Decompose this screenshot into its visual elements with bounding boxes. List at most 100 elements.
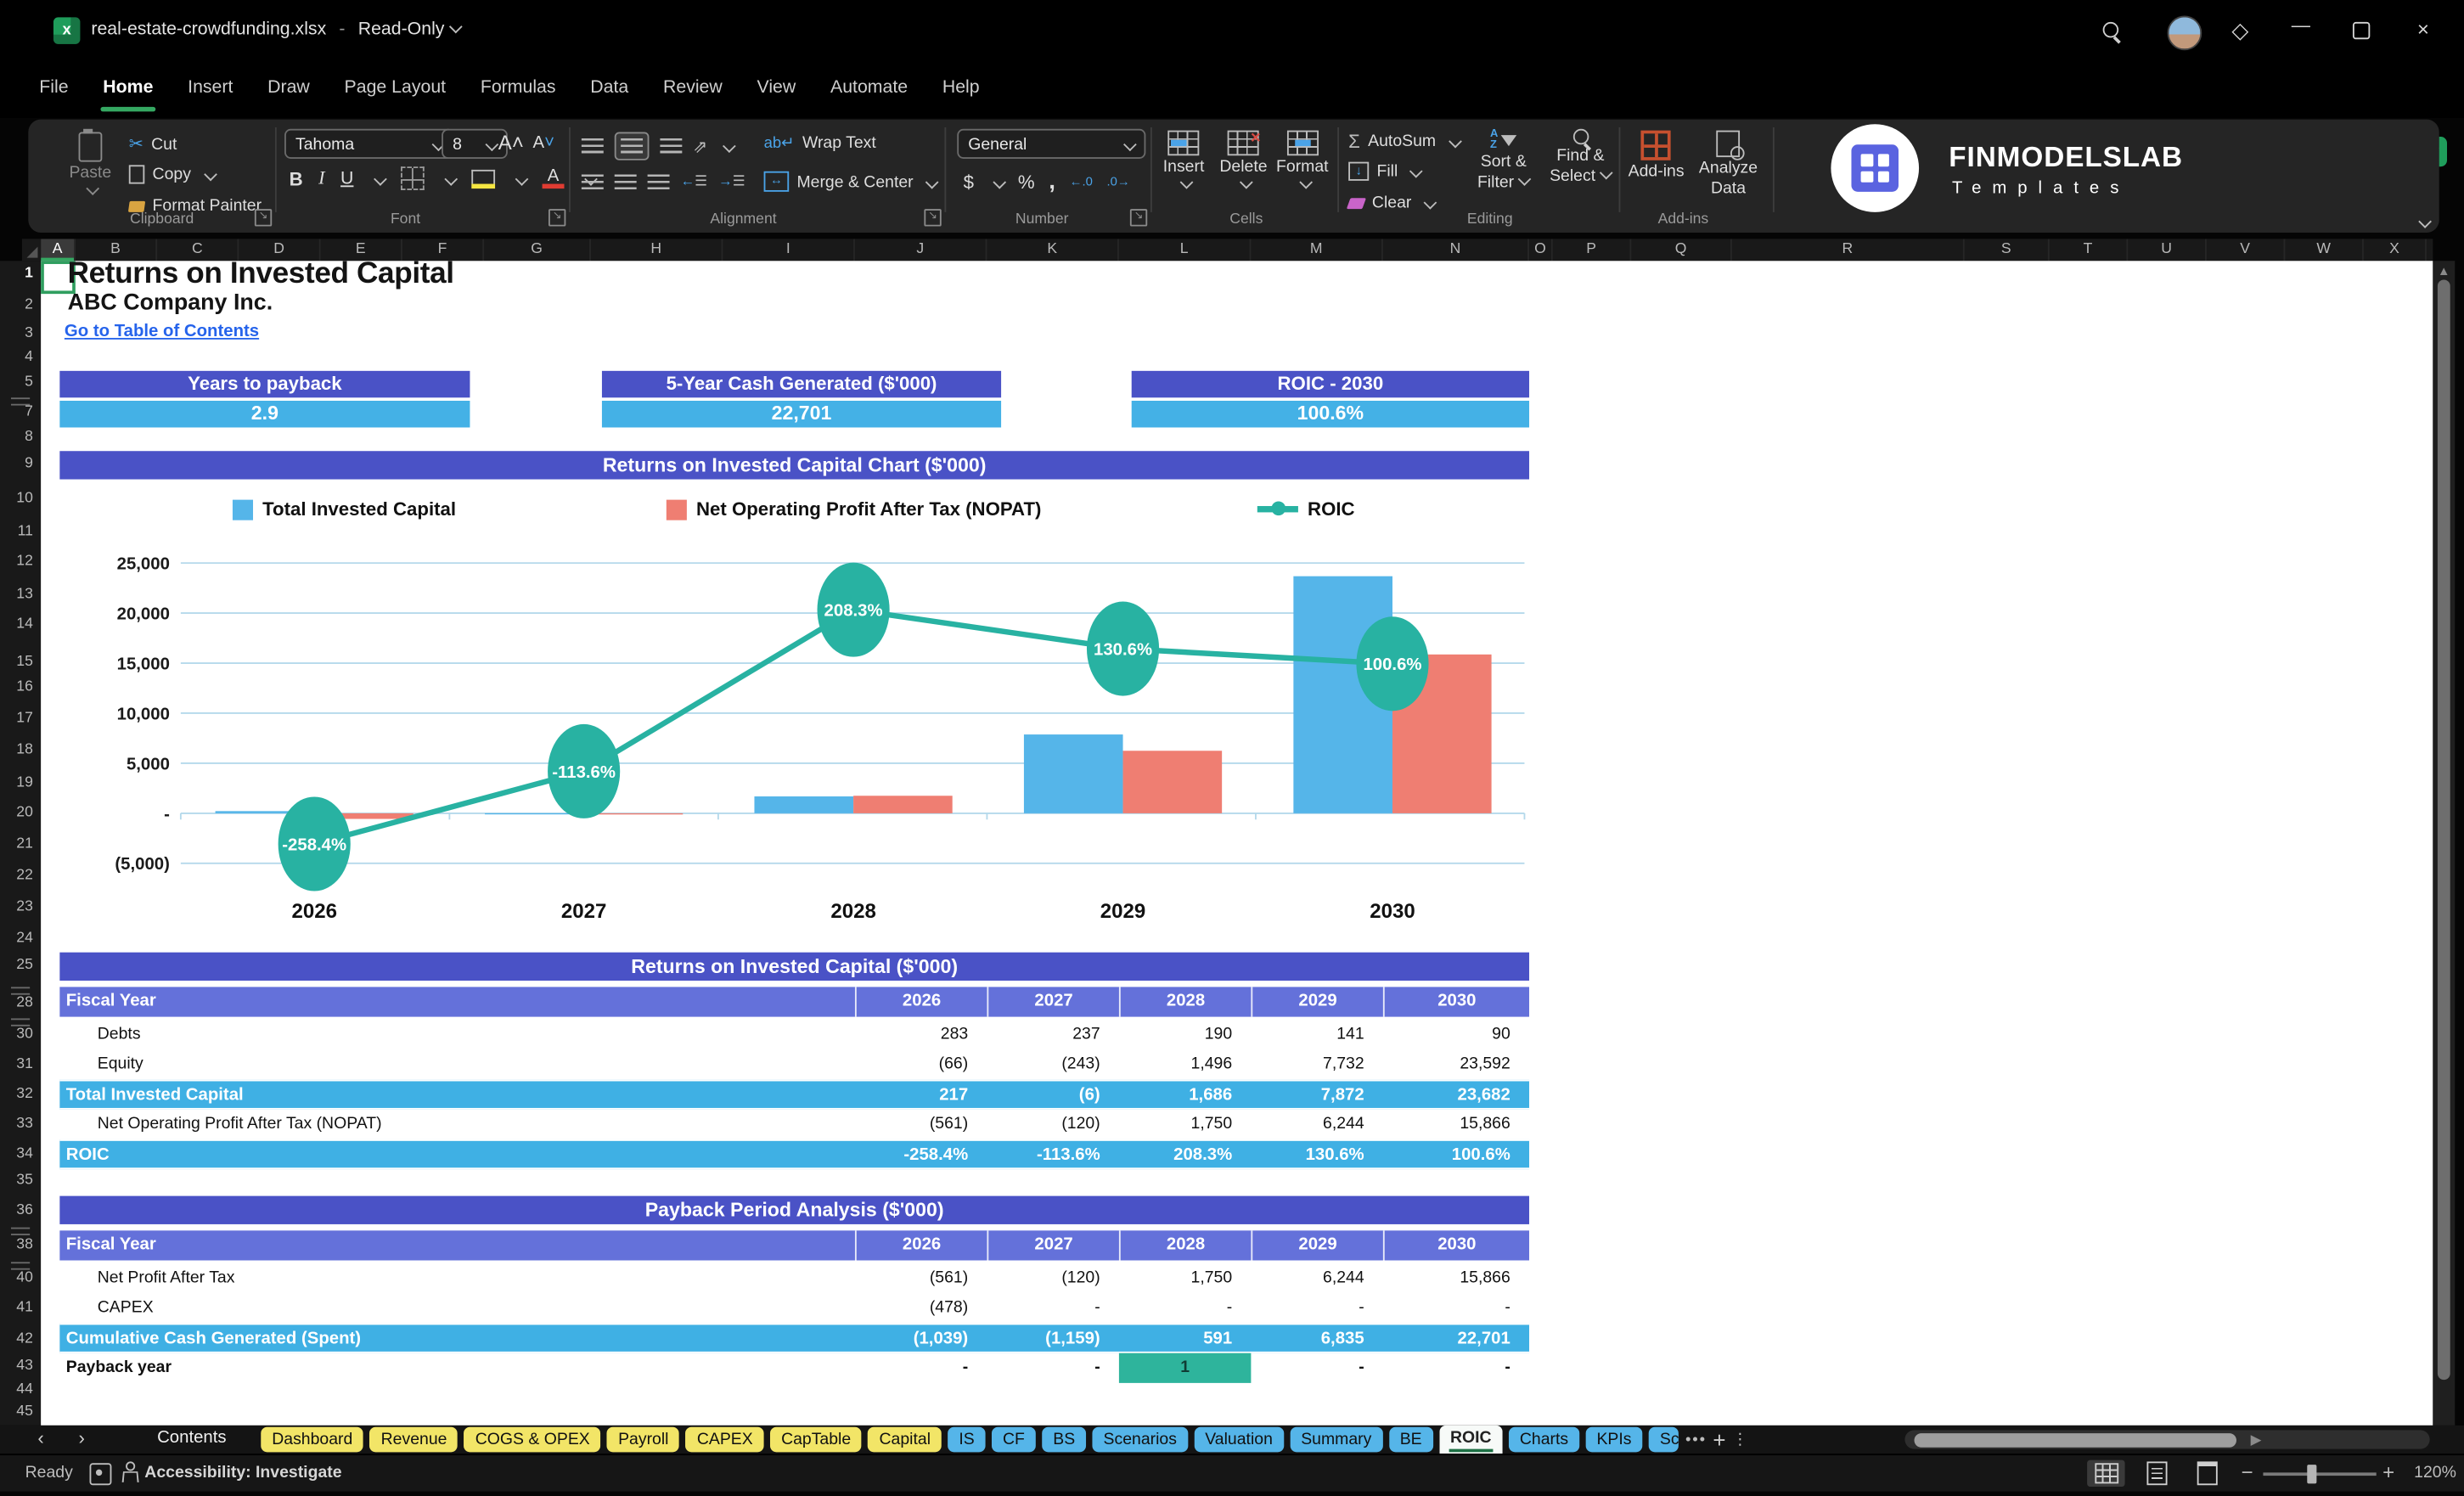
gem-icon[interactable]: ◇ [2231,17,2248,43]
page-break-view-button[interactable] [2188,1460,2225,1487]
sheet-tab-revenue[interactable]: Revenue [369,1426,458,1453]
align-top-button[interactable] [581,138,604,155]
row-header-34[interactable]: 34 [16,1144,33,1161]
autosum-button[interactable]: Σ AutoSum [1348,131,1462,153]
horizontal-scroll-thumb[interactable] [1914,1432,2236,1447]
column-header-U[interactable]: U [2128,239,2207,262]
menu-tab-home[interactable]: Home [86,63,171,118]
row-header-20[interactable]: 20 [16,804,33,821]
tabs-forward-arrow[interactable]: › [79,1427,85,1449]
row-header-21[interactable]: 21 [16,835,33,852]
sheet-tab-roic[interactable]: ROIC [1439,1425,1503,1454]
column-header-O[interactable]: O [1529,239,1553,262]
more-sheets-dots[interactable]: ••• [1685,1431,1707,1448]
column-header-P[interactable]: P [1553,239,1632,262]
sheet-tab-payroll[interactable]: Payroll [607,1426,680,1453]
accessibility-status[interactable]: Accessibility: Investigate [144,1463,341,1482]
normal-view-button[interactable] [2087,1459,2125,1488]
sheet-tab-sc[interactable]: Sc [1648,1426,1679,1453]
align-bottom-button[interactable] [660,138,683,155]
row-header-19[interactable]: 19 [16,774,33,791]
vertical-scroll-thumb[interactable] [2437,279,2450,1381]
sheet-tab-capex[interactable]: CAPEX [685,1426,764,1453]
cut-button[interactable]: ✂ Cut [129,133,177,154]
table-row[interactable]: Total Invested Capital 217 (6) 1,686 7,872 23… [59,1079,1530,1110]
menu-tab-automate[interactable]: Automate [813,63,925,118]
clipboard-dialog-launcher[interactable]: ↘ [254,209,273,227]
menu-tab-formulas[interactable]: Formulas [463,63,572,118]
row-header-41[interactable]: 41 [16,1299,33,1316]
restore-button[interactable] [2352,21,2371,40]
analyze-data-button[interactable]: Analyze Data [1699,130,1758,198]
row-header-25[interactable]: 25 [16,956,33,973]
row-header-32[interactable]: 32 [16,1085,33,1102]
align-right-button[interactable] [647,173,670,190]
font-name-select[interactable]: Tahoma [284,128,454,159]
row-header-3[interactable]: 3 [25,324,33,341]
delete-cells-button[interactable]: × Delete [1219,129,1268,189]
underline-button[interactable]: U [340,169,353,188]
fill-color-dropdown[interactable] [515,172,529,185]
menu-tab-insert[interactable]: Insert [171,63,250,118]
row-header-45[interactable]: 45 [16,1403,33,1420]
menu-tab-file[interactable]: File [22,63,86,118]
row-header-24[interactable]: 24 [16,930,33,947]
alignment-dialog-launcher[interactable]: ↘ [924,209,942,227]
collapse-ribbon-button[interactable] [2414,209,2432,237]
row-header-17[interactable]: 17 [16,710,33,727]
row-header-11[interactable]: 11 [18,522,33,539]
column-header-S[interactable]: S [1965,239,2050,262]
scroll-right-arrow[interactable]: ▶ [2251,1431,2262,1448]
vertical-scrollbar[interactable]: ▲ [2433,261,2456,1426]
align-center-button[interactable] [614,173,637,190]
minimize-button[interactable]: — [2292,14,2310,37]
orientation-button[interactable]: ⇗ [693,136,707,156]
percent-button[interactable]: % [1018,171,1035,193]
close-button[interactable]: × [2417,17,2429,41]
new-sheet-button[interactable]: + [1713,1427,1725,1453]
tabs-back-arrow[interactable]: ‹ [37,1427,43,1449]
column-header-G[interactable]: G [484,239,591,262]
horizontal-scrollbar[interactable]: ▶ [1904,1430,2430,1449]
readonly-badge[interactable]: Read-Only [358,20,445,39]
bold-button[interactable]: B [290,167,303,189]
merge-center-button[interactable]: ↔ Merge & Center [763,171,939,192]
sheet-tab-contents[interactable]: Contents [157,1429,227,1448]
row-header-22[interactable]: 22 [16,867,33,884]
decrease-indent-button[interactable]: ←☰ [680,173,707,190]
number-dialog-launcher[interactable]: ↘ [1129,209,1148,227]
row-header-13[interactable]: 13 [16,585,33,602]
row-header-38[interactable]: 38 [16,1236,33,1253]
sheet-tab-be[interactable]: BE [1388,1426,1433,1453]
row-header-16[interactable]: 16 [16,678,33,695]
underline-dropdown[interactable] [374,172,387,185]
row-header-40[interactable]: 40 [16,1269,33,1286]
column-header-N[interactable]: N [1383,239,1530,262]
row-header-12[interactable]: 12 [16,553,33,570]
column-header-I[interactable]: I [723,239,855,262]
column-header-K[interactable]: K [987,239,1119,262]
row-header-35[interactable]: 35 [16,1172,33,1189]
menu-tab-page-layout[interactable]: Page Layout [327,63,463,118]
increase-indent-button[interactable]: →☰ [718,173,745,190]
row-header-1[interactable]: 1 [25,265,33,282]
row-header-42[interactable]: 42 [16,1330,33,1347]
row-header-8[interactable]: 8 [25,428,33,445]
increase-decimal-button[interactable]: ←.0 [1070,174,1093,188]
sheet-tab-dashboard[interactable]: Dashboard [261,1426,364,1453]
menu-tab-review[interactable]: Review [646,63,740,118]
sheet-tab-cf[interactable]: CF [992,1426,1036,1453]
avatar[interactable] [2167,15,2202,51]
column-header-X[interactable]: X [2364,239,2427,262]
zoom-slider-thumb[interactable] [2307,1465,2317,1484]
column-header-M[interactable]: M [1251,239,1383,262]
sheet-tab-is[interactable]: IS [948,1426,986,1453]
row-header-10[interactable]: 10 [16,490,33,507]
row-header-9[interactable]: 9 [25,455,33,472]
italic-button[interactable]: I [318,166,324,190]
row-header-44[interactable]: 44 [16,1381,33,1398]
zoom-in-button[interactable]: + [2382,1460,2394,1484]
table-row[interactable]: Net Profit After Tax (561) (120) 1,750 6,244… [59,1263,1529,1293]
column-header-T[interactable]: T [2050,239,2129,262]
sheet-tab-cogs-opex[interactable]: COGS & OPEX [464,1426,601,1453]
